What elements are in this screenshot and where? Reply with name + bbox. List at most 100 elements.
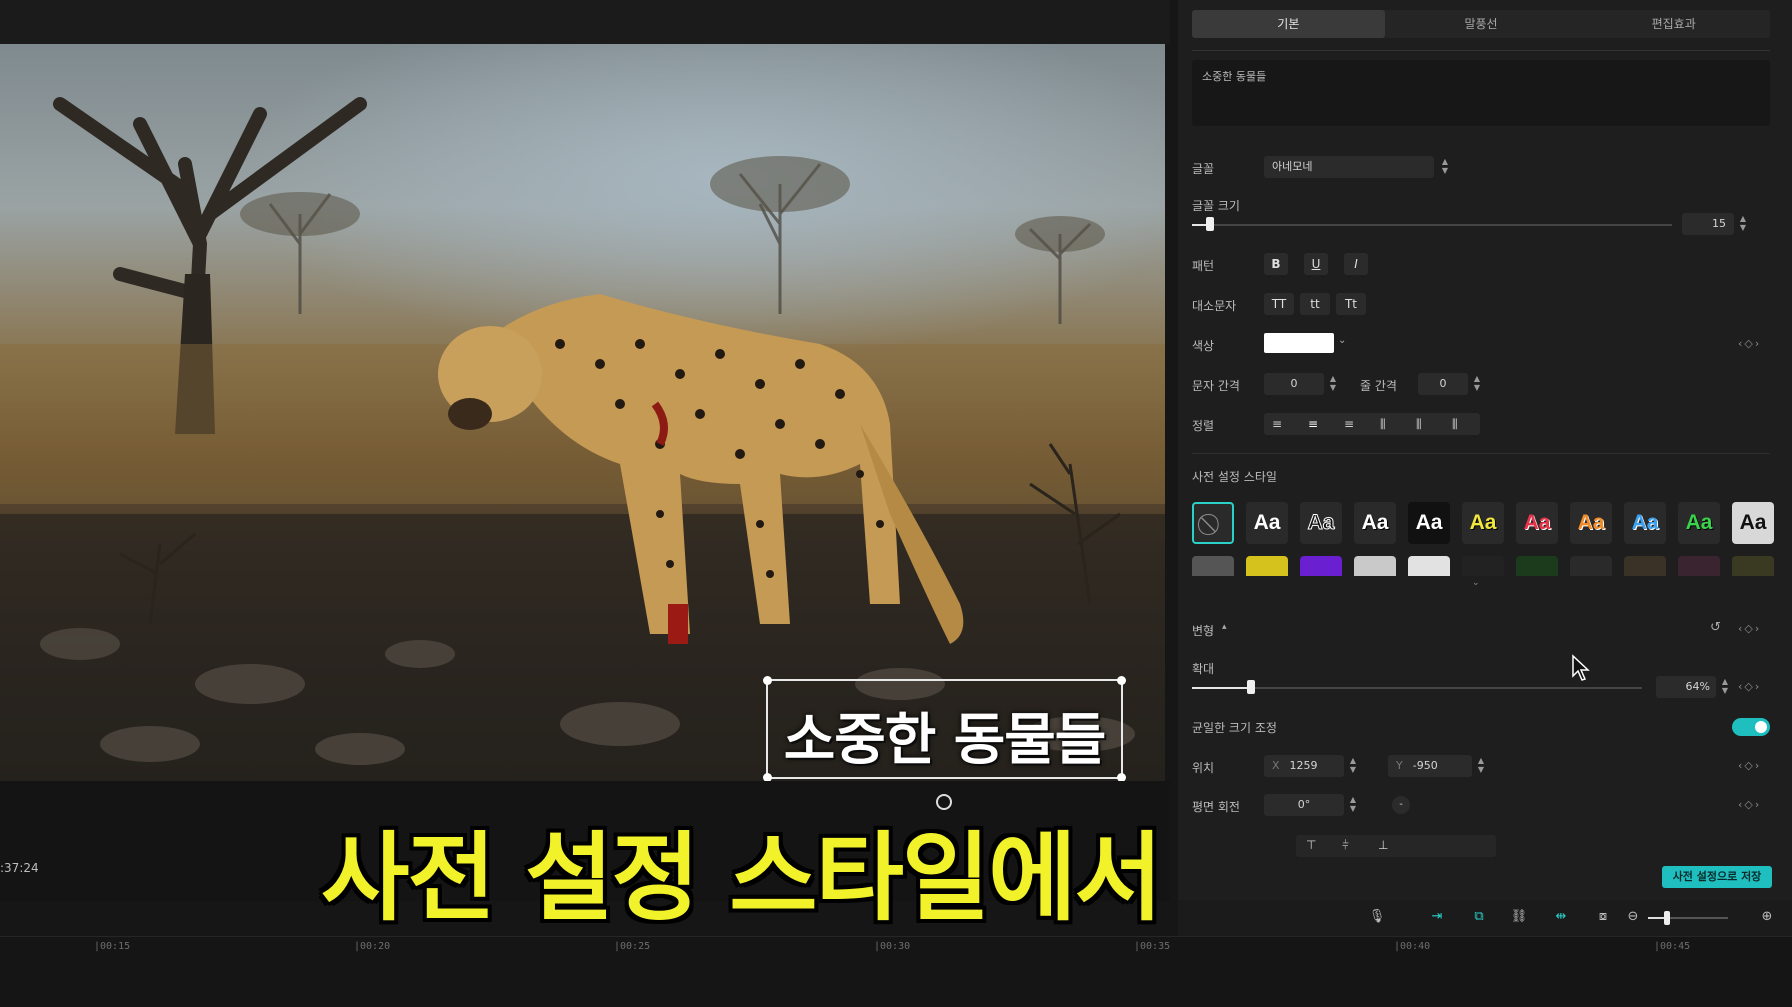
expand-presets-chevron-icon[interactable]: ⌄ bbox=[1472, 578, 1480, 588]
preset-style-9[interactable]: Aa bbox=[1678, 502, 1720, 544]
align-group: ≡ ≡ ≡ ⫼ ⫼ ⫼ bbox=[1264, 413, 1480, 435]
align-center-icon[interactable]: ≡ bbox=[1308, 417, 1318, 431]
letter-spacing-input[interactable]: 0 bbox=[1264, 373, 1324, 395]
preset-style-1[interactable]: Aa bbox=[1246, 502, 1288, 544]
preset-style-19[interactable] bbox=[1624, 556, 1666, 576]
preset-style-11[interactable] bbox=[1192, 556, 1234, 576]
keyframe-icon[interactable]: ‹◇› bbox=[1738, 337, 1761, 350]
font-size-input[interactable]: 15 bbox=[1682, 213, 1734, 235]
font-size-stepper-icon[interactable]: ▲ ▼ bbox=[1738, 214, 1748, 234]
preset-style-21[interactable] bbox=[1732, 556, 1774, 576]
keyframe-icon[interactable]: ‹◇› bbox=[1738, 680, 1761, 693]
align-vertical-center-icon[interactable]: ⫼ bbox=[1416, 417, 1422, 432]
preset-style-18[interactable] bbox=[1570, 556, 1612, 576]
tab-effects[interactable]: 편집효과 bbox=[1577, 10, 1770, 38]
transform-label: 변형 bbox=[1192, 624, 1215, 638]
toggle-knob bbox=[1755, 721, 1767, 733]
pattern-label: 패턴 bbox=[1192, 259, 1215, 273]
color-label: 색상 bbox=[1192, 339, 1215, 353]
selected-text-box[interactable]: 소중한 동물들 bbox=[763, 676, 1126, 781]
align-right-icon[interactable]: ≡ bbox=[1344, 417, 1354, 431]
tab-basic[interactable]: 기본 bbox=[1192, 10, 1385, 38]
preset-style-14[interactable] bbox=[1354, 556, 1396, 576]
timeline-tick: |00:35 bbox=[1134, 941, 1171, 952]
preset-style-4[interactable]: Aa bbox=[1408, 502, 1450, 544]
font-size-slider-knob[interactable] bbox=[1206, 217, 1214, 231]
preset-style-5[interactable]: Aa bbox=[1462, 502, 1504, 544]
x-axis-label: X bbox=[1272, 759, 1280, 772]
scale-slider-knob[interactable] bbox=[1246, 680, 1255, 694]
font-select[interactable]: 아네모네 bbox=[1264, 156, 1434, 178]
preview-header bbox=[0, 0, 1170, 44]
align-vertical-bottom-icon[interactable]: ⫼ bbox=[1452, 417, 1458, 432]
line-spacing-stepper-icon[interactable]: ▲ ▼ bbox=[1472, 374, 1482, 394]
panel-tabs: 기본 말풍선 편집효과 bbox=[1192, 10, 1770, 38]
preset-style-7[interactable]: Aa bbox=[1570, 502, 1612, 544]
font-size-slider-track[interactable] bbox=[1192, 224, 1672, 226]
keyframe-icon[interactable]: ‹◇› bbox=[1738, 759, 1761, 772]
color-swatch[interactable] bbox=[1264, 333, 1334, 353]
letter-spacing-stepper-icon[interactable]: ▲ ▼ bbox=[1328, 374, 1338, 394]
italic-button[interactable]: I bbox=[1344, 253, 1368, 275]
preset-style-12[interactable] bbox=[1246, 556, 1288, 576]
uppercase-button[interactable]: TT bbox=[1264, 293, 1294, 315]
preset-style-13[interactable] bbox=[1300, 556, 1342, 576]
reset-icon[interactable]: ↺ bbox=[1710, 620, 1721, 635]
divider bbox=[1192, 453, 1770, 454]
timeline-tick: |00:45 bbox=[1654, 941, 1691, 952]
position-y-value: -950 bbox=[1412, 759, 1438, 772]
preset-style-6[interactable]: Aa bbox=[1516, 502, 1558, 544]
preset-style-16[interactable] bbox=[1462, 556, 1504, 576]
line-spacing-input[interactable]: 0 bbox=[1418, 373, 1468, 395]
preset-style-8[interactable]: Aa bbox=[1624, 502, 1666, 544]
timeline[interactable]: |00:15 |00:20 |00:25 |00:30 |00:35 |00:4… bbox=[0, 936, 1792, 1007]
font-label: 글꼴 bbox=[1192, 162, 1215, 176]
resize-handle-top-right[interactable] bbox=[1117, 676, 1126, 685]
titlecase-button[interactable]: Tt bbox=[1336, 293, 1366, 315]
scale-label: 확대 bbox=[1192, 662, 1215, 676]
position-x-input[interactable]: X 1259 bbox=[1264, 755, 1344, 777]
position-y-stepper-icon[interactable]: ▲ ▼ bbox=[1476, 756, 1486, 776]
align-label: 정렬 bbox=[1192, 419, 1215, 433]
case-label: 대소문자 bbox=[1192, 299, 1237, 313]
collapse-caret-icon[interactable]: ▴ bbox=[1222, 622, 1227, 632]
uniform-scale-label: 균일한 크기 조정 bbox=[1192, 721, 1277, 735]
scale-input[interactable]: 64% bbox=[1656, 676, 1716, 698]
timeline-tick: |00:15 bbox=[94, 941, 131, 952]
preset-style-label: 사전 설정 스타일 bbox=[1192, 470, 1277, 484]
font-select-arrows-icon[interactable]: ▲ ▼ bbox=[1440, 157, 1450, 177]
chevron-down-icon[interactable]: ⌄ bbox=[1338, 335, 1346, 346]
preset-style-15[interactable] bbox=[1408, 556, 1450, 576]
preset-style-3[interactable]: Aa bbox=[1354, 502, 1396, 544]
preset-style-17[interactable] bbox=[1516, 556, 1558, 576]
preset-style-2[interactable]: Aa bbox=[1300, 502, 1342, 544]
underline-button[interactable]: U bbox=[1304, 253, 1328, 275]
timeline-tick: |00:20 bbox=[354, 941, 391, 952]
line-spacing-label: 줄 간격 bbox=[1360, 379, 1397, 393]
resize-handle-top-left[interactable] bbox=[763, 676, 772, 685]
keyframe-icon[interactable]: ‹◇› bbox=[1738, 622, 1761, 635]
preset-style-20[interactable] bbox=[1678, 556, 1720, 576]
bold-button[interactable]: B bbox=[1264, 253, 1288, 275]
position-x-value: 1259 bbox=[1289, 759, 1318, 772]
y-axis-label: Y bbox=[1396, 759, 1403, 772]
mouse-cursor-icon bbox=[1572, 654, 1590, 681]
letter-spacing-label: 문자 간격 bbox=[1192, 379, 1240, 393]
text-content-input[interactable]: 소중한 동물들 bbox=[1192, 60, 1770, 126]
timeline-tick: |00:40 bbox=[1394, 941, 1431, 952]
lowercase-button[interactable]: tt bbox=[1300, 293, 1330, 315]
align-left-icon[interactable]: ≡ bbox=[1272, 417, 1282, 431]
position-label: 위치 bbox=[1192, 761, 1215, 775]
preset-style-10[interactable]: Aa bbox=[1732, 502, 1774, 544]
font-size-label: 글꼴 크기 bbox=[1192, 199, 1240, 213]
align-vertical-top-icon[interactable]: ⫼ bbox=[1380, 417, 1386, 432]
position-x-stepper-icon[interactable]: ▲ ▼ bbox=[1348, 756, 1358, 776]
uniform-scale-toggle[interactable] bbox=[1732, 718, 1770, 736]
scale-slider-track[interactable] bbox=[1192, 687, 1642, 689]
video-preview[interactable]: 소중한 동물들 bbox=[0, 44, 1165, 781]
preset-none-icon[interactable]: ⃠ bbox=[1192, 502, 1234, 544]
timeline-tick: |00:25 bbox=[614, 941, 651, 952]
tab-speech-bubble[interactable]: 말풍선 bbox=[1385, 10, 1578, 38]
scale-stepper-icon[interactable]: ▲ ▼ bbox=[1720, 677, 1730, 697]
position-y-input[interactable]: Y -950 bbox=[1388, 755, 1472, 777]
